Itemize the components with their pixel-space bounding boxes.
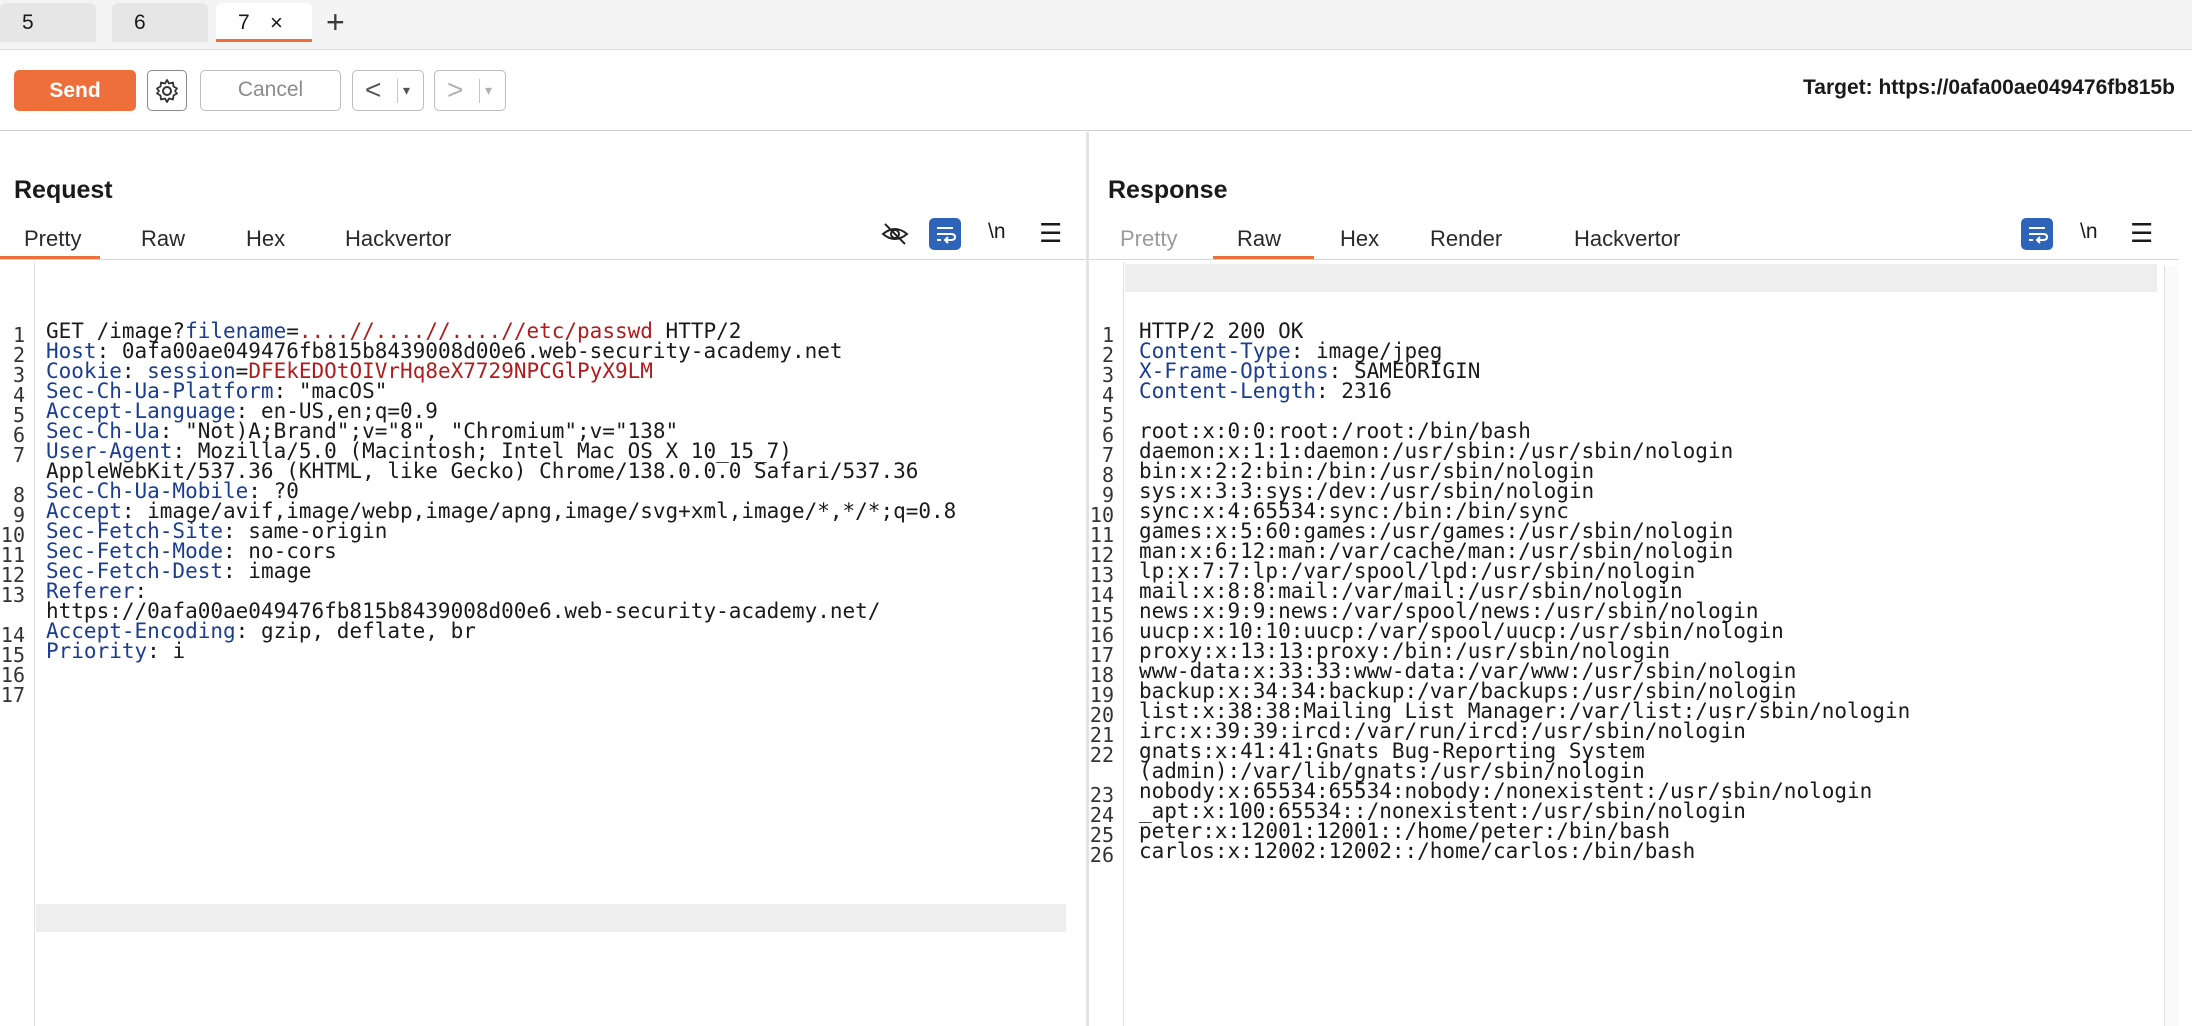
vertical-scrollbar[interactable]	[2164, 266, 2178, 1026]
tab-hackvertor[interactable]: Hackvertor	[1574, 226, 1680, 252]
forward-arrow-icon: >	[447, 74, 464, 105]
back-arrow-icon: <	[365, 74, 382, 105]
line-number: 22	[1089, 743, 1114, 767]
tab-raw[interactable]: Raw	[1237, 226, 1281, 252]
tab-label: 7	[238, 11, 250, 34]
tab-5[interactable]: 5	[0, 3, 96, 42]
tab-pretty[interactable]: Pretty	[24, 226, 81, 252]
current-line-highlight	[1125, 264, 2157, 292]
line-number: 7	[12, 443, 25, 467]
line-number: 13	[0, 583, 25, 607]
back-button[interactable]: < ▾	[352, 70, 424, 111]
close-icon[interactable]: ×	[270, 3, 283, 42]
code-text: : gzip, deflate, br	[235, 619, 476, 643]
code-line: Content-Length: 2316	[1139, 379, 1392, 403]
newline-toggle[interactable]: \n	[988, 220, 1006, 244]
tab-7[interactable]: 7 ×	[216, 3, 312, 42]
word-wrap-icon[interactable]	[929, 218, 961, 250]
wrap-glyph	[937, 227, 957, 244]
menu-icon[interactable]: ☰	[2130, 218, 2153, 249]
tab-label: 6	[134, 11, 146, 34]
divider	[0, 259, 1086, 260]
code-line: Priority: i	[46, 639, 185, 663]
tab-render[interactable]: Render	[1430, 226, 1502, 252]
send-button[interactable]: Send	[14, 70, 136, 111]
newline-toggle[interactable]: \n	[2080, 220, 2098, 244]
forward-button[interactable]: > ▾	[434, 70, 506, 111]
wrap-glyph	[2029, 227, 2049, 244]
line-number: 26	[1089, 843, 1114, 867]
request-title: Request	[14, 176, 113, 204]
tab-hackvertor[interactable]: Hackvertor	[345, 226, 451, 252]
repeater-tab-strip: 5 6 7 × +	[0, 0, 2192, 50]
tab-pretty[interactable]: Pretty	[1120, 226, 1177, 252]
tab-raw[interactable]: Raw	[141, 226, 185, 252]
response-editor[interactable]: 1 HTTP/2 200 OK 2 Content-Type: image/jpeg 3…	[1089, 262, 2192, 1026]
code-text: : i	[147, 639, 186, 663]
line-number: 17	[0, 683, 25, 707]
divider	[479, 79, 480, 103]
header-name: Priority	[46, 639, 148, 663]
settings-gear-icon	[156, 79, 178, 103]
divider	[1089, 259, 2178, 260]
repeater-window: 5 6 7 × + Send Cancel < ▾ > ▾ Target: ht…	[0, 0, 2192, 1026]
tab-6[interactable]: 6	[112, 3, 208, 42]
code-text: : 2316	[1316, 379, 1392, 403]
cancel-button[interactable]: Cancel	[200, 70, 341, 111]
code-text: : image	[223, 559, 312, 583]
tab-label: 5	[22, 11, 34, 34]
settings-button[interactable]	[147, 70, 187, 111]
request-panel: Request Pretty Raw Hex Hackvertor \n ☰ 1…	[0, 132, 1086, 1026]
toolbar: Send Cancel < ▾ > ▾ Target: https://0afa…	[0, 51, 2192, 131]
code-line: carlos:x:12002:12002::/home/carlos:/bin/…	[1139, 839, 1695, 863]
new-tab-button[interactable]: +	[326, 4, 345, 40]
code-text: carlos:x:12002:12002::/home/carlos:/bin/…	[1139, 839, 1696, 863]
tab-hex[interactable]: Hex	[246, 226, 285, 252]
header-name: Content-Length	[1139, 379, 1317, 403]
chevron-down-icon[interactable]: ▾	[485, 82, 492, 99]
word-wrap-icon[interactable]	[2021, 218, 2053, 250]
menu-icon[interactable]: ☰	[1039, 218, 1062, 249]
current-line-highlight	[36, 904, 1066, 932]
divider	[397, 79, 398, 103]
response-panel: Response Pretty Raw Hex Render Hackverto…	[1089, 132, 2192, 1026]
tab-hex[interactable]: Hex	[1340, 226, 1379, 252]
target-url[interactable]: Target: https://0afa00ae049476fb815b	[1803, 76, 2175, 100]
response-title: Response	[1108, 176, 1228, 204]
request-editor[interactable]: 1 GET /image?filename=....//....//....//e…	[0, 262, 1086, 1026]
hide-non-printable-icon[interactable]	[879, 218, 911, 250]
chevron-down-icon[interactable]: ▾	[403, 82, 410, 99]
